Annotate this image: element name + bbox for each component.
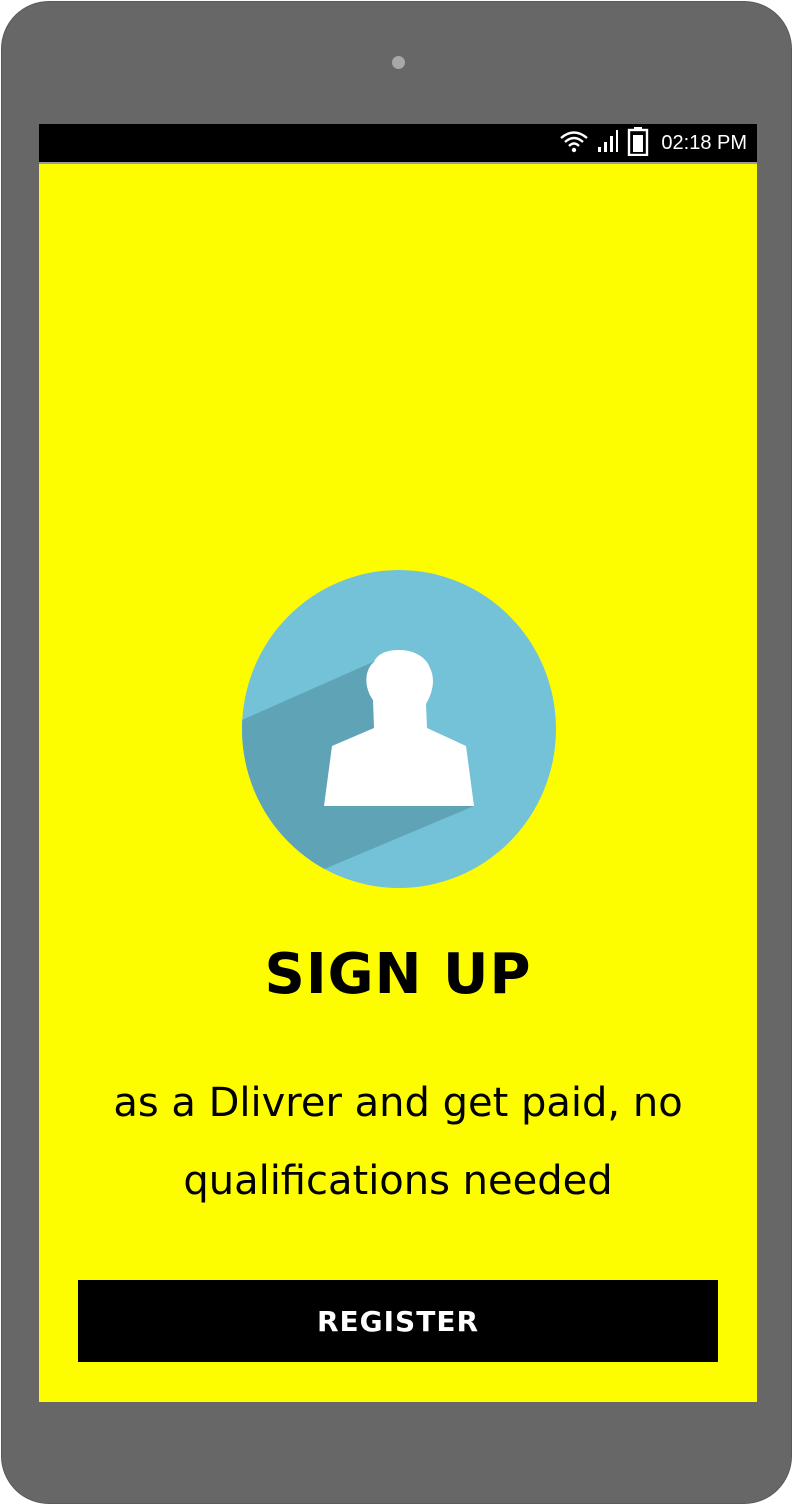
app-screen: 02:18 PM SIGN UP as a Dlivrer and get pa… — [39, 124, 757, 1402]
signup-subtitle: as a Dlivrer and get paid, no qualificat… — [113, 1080, 683, 1204]
status-bar: 02:18 PM — [39, 124, 757, 164]
device-frame: 02:18 PM SIGN UP as a Dlivrer and get pa… — [1, 1, 792, 1504]
register-button[interactable]: REGISTER — [78, 1280, 718, 1362]
status-time: 02:18 PM — [661, 131, 747, 154]
user-avatar-icon — [242, 570, 556, 888]
page-title: SIGN UP — [264, 942, 532, 1007]
front-camera — [392, 56, 405, 69]
battery-icon — [627, 126, 649, 160]
wifi-icon — [559, 129, 589, 157]
signal-icon — [597, 129, 619, 157]
status-icons: 02:18 PM — [559, 124, 747, 162]
